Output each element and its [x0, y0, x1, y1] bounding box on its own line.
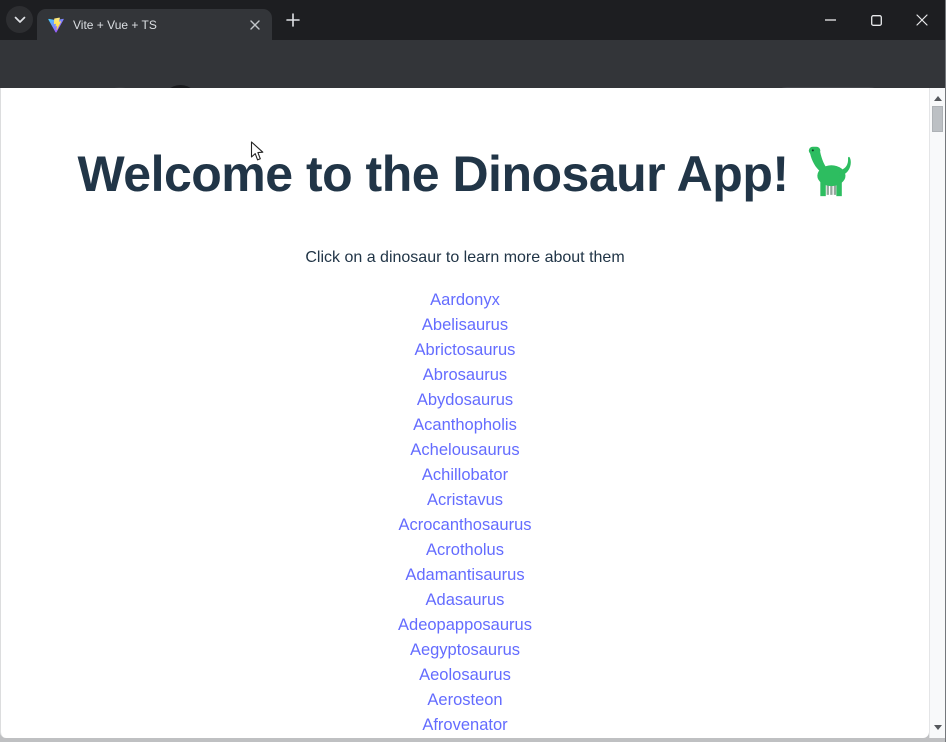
dinosaur-link[interactable]: Aardonyx [430, 291, 500, 309]
dinosaur-link[interactable]: Achillobator [422, 466, 508, 484]
minimize-icon [825, 19, 836, 21]
dinosaur-link[interactable]: Abrictosaurus [415, 341, 516, 359]
dinosaur-list: Aardonyx Abelisaurus Abrictosaurus Abros… [1, 288, 929, 738]
tab-strip: Vite + Vue + TS [0, 0, 946, 40]
list-item: Abrictosaurus [1, 338, 929, 363]
page-title-text: Welcome to the Dinosaur App! [77, 146, 788, 202]
triangle-down-icon [934, 725, 942, 730]
page-content: Welcome to the Dinosaur App! Click on a … [0, 88, 929, 738]
new-tab-button[interactable] [279, 6, 306, 33]
dinosaur-link[interactable]: Abrosaurus [423, 366, 507, 384]
list-item: Acrocanthosaurus [1, 513, 929, 538]
list-item: Abrosaurus [1, 363, 929, 388]
scroll-up-button[interactable] [930, 90, 945, 107]
dinosaur-link[interactable]: Acrocanthosaurus [399, 516, 532, 534]
list-item: Acanthopholis [1, 413, 929, 438]
minimize-button[interactable] [807, 0, 853, 40]
vite-logo-icon [48, 17, 64, 33]
close-icon [916, 14, 928, 26]
dinosaur-link[interactable]: Achelousaurus [410, 441, 519, 459]
list-item: Abelisaurus [1, 313, 929, 338]
dinosaur-link[interactable]: Aerosteon [427, 691, 502, 709]
browser-toolbar: localhost:5173 Incognito [0, 40, 946, 88]
browser-tab[interactable]: Vite + Vue + TS [37, 9, 272, 40]
tab-title: Vite + Vue + TS [73, 18, 246, 32]
scrollbar-thumb[interactable] [932, 106, 943, 132]
dinosaur-link[interactable]: Adeopapposaurus [398, 616, 532, 634]
subtitle: Click on a dinosaur to learn more about … [1, 249, 929, 267]
dinosaur-link[interactable]: Abelisaurus [422, 316, 508, 334]
list-item: Acristavus [1, 488, 929, 513]
browser-window: Vite + Vue + TS [0, 0, 946, 742]
dinosaur-link[interactable]: Abydosaurus [417, 391, 513, 409]
triangle-up-icon [934, 96, 942, 101]
dinosaur-link[interactable]: Afrovenator [422, 716, 507, 734]
dinosaur-link[interactable]: Aeolosaurus [419, 666, 511, 684]
list-item: Achillobator [1, 463, 929, 488]
list-item: Adasaurus [1, 588, 929, 613]
tab-close-button[interactable] [246, 16, 264, 34]
dinosaur-link[interactable]: Aegyptosaurus [410, 641, 520, 659]
close-icon [250, 20, 260, 30]
dinosaur-link[interactable]: Acanthopholis [413, 416, 517, 434]
dinosaur-link[interactable]: Adamantisaurus [405, 566, 524, 584]
list-item: Aeolosaurus [1, 663, 929, 688]
scroll-down-button[interactable] [930, 719, 945, 736]
dinosaur-link[interactable]: Adasaurus [426, 591, 505, 609]
list-item: Achelousaurus [1, 438, 929, 463]
list-item: Abydosaurus [1, 388, 929, 413]
dinosaur-link[interactable]: Acristavus [427, 491, 503, 509]
list-item: Acrotholus [1, 538, 929, 563]
list-item: Aegyptosaurus [1, 638, 929, 663]
list-item: Adeopapposaurus [1, 613, 929, 638]
sauropod-dinosaur-icon [803, 145, 853, 197]
tab-search-button[interactable] [6, 6, 33, 33]
list-item: Aerosteon [1, 688, 929, 713]
chevron-down-icon [14, 16, 26, 24]
page-title: Welcome to the Dinosaur App! [1, 145, 929, 202]
list-item: Adamantisaurus [1, 563, 929, 588]
plus-icon [286, 13, 300, 27]
window-controls [807, 0, 945, 40]
maximize-button[interactable] [853, 0, 899, 40]
dinosaur-link[interactable]: Acrotholus [426, 541, 504, 559]
list-item: Aardonyx [1, 288, 929, 313]
scrollbar[interactable] [929, 88, 945, 738]
close-window-button[interactable] [899, 0, 945, 40]
maximize-icon [871, 15, 882, 26]
list-item: Afrovenator [1, 713, 929, 738]
